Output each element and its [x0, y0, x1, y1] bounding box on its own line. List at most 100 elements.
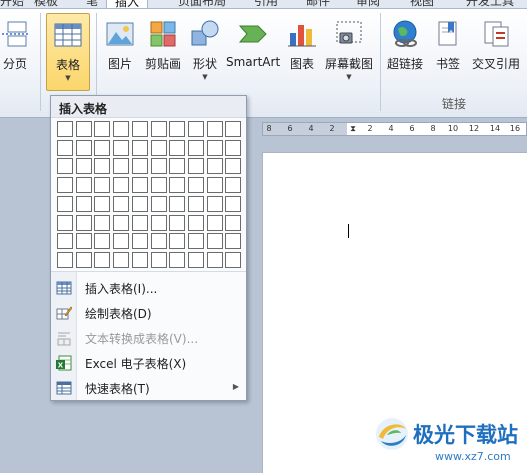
table-grid-cell[interactable]: [169, 121, 186, 137]
tab-pen[interactable]: 笔: [86, 0, 98, 8]
bookmark-button[interactable]: 书签: [430, 13, 466, 91]
table-grid-cell[interactable]: [169, 214, 186, 231]
table-grid-cell[interactable]: [113, 195, 130, 212]
cross-reference-button[interactable]: 交叉引用: [468, 13, 524, 91]
table-grid-cell[interactable]: [187, 121, 204, 137]
table-grid-cell[interactable]: [169, 233, 186, 250]
table-grid-cell[interactable]: [113, 214, 130, 231]
table-grid-cell[interactable]: [131, 121, 148, 137]
table-grid-cell[interactable]: [131, 233, 148, 250]
table-grid-cell[interactable]: [187, 251, 204, 268]
horizontal-ruler[interactable]: 8 6 4 2 ⧗ 2 4 6 8 10 12 14 16: [262, 122, 527, 136]
table-grid-cell[interactable]: [225, 158, 242, 175]
table-grid-cell[interactable]: [169, 251, 186, 268]
table-grid-cell[interactable]: [113, 177, 130, 194]
table-grid-cell[interactable]: [131, 177, 148, 194]
chart-button[interactable]: 图表: [284, 13, 320, 91]
table-grid-cell[interactable]: [131, 158, 148, 175]
table-grid-cell[interactable]: [113, 139, 130, 156]
table-button[interactable]: 表格 ▼: [46, 13, 90, 91]
table-grid-cell[interactable]: [113, 233, 130, 250]
table-grid-cell[interactable]: [75, 177, 92, 194]
menu-item-excel-spreadsheet[interactable]: X Excel 电子表格(X): [51, 351, 246, 375]
table-grid-cell[interactable]: [206, 195, 223, 212]
table-grid-cell[interactable]: [225, 251, 242, 268]
table-grid-cell[interactable]: [94, 121, 111, 137]
menu-item-quick-tables[interactable]: 快速表格(T) ▶: [51, 376, 246, 400]
table-grid-cell[interactable]: [150, 251, 167, 268]
tab-developer[interactable]: 开发工具: [466, 0, 514, 8]
table-grid-cell[interactable]: [169, 195, 186, 212]
shapes-button[interactable]: 形状 ▼: [186, 13, 224, 91]
table-grid-cell[interactable]: [169, 177, 186, 194]
table-grid-cell[interactable]: [206, 214, 223, 231]
indent-marker[interactable]: ⧗: [346, 124, 360, 134]
table-grid-cell[interactable]: [169, 158, 186, 175]
smartart-button[interactable]: SmartArt: [226, 13, 280, 91]
table-grid-cell[interactable]: [187, 195, 204, 212]
tab-templates[interactable]: 模板: [34, 0, 58, 8]
table-grid-cell[interactable]: [187, 177, 204, 194]
table-grid-cell[interactable]: [206, 233, 223, 250]
table-grid-cell[interactable]: [206, 177, 223, 194]
table-grid-cell[interactable]: [225, 139, 242, 156]
table-grid-cell[interactable]: [75, 233, 92, 250]
table-grid-cell[interactable]: [57, 251, 73, 268]
table-grid-cell[interactable]: [131, 214, 148, 231]
table-grid-cell[interactable]: [113, 251, 130, 268]
table-grid-cell[interactable]: [113, 158, 130, 175]
table-grid-cell[interactable]: [206, 251, 223, 268]
tab-page-layout[interactable]: 页面布局: [178, 0, 226, 8]
table-grid-cell[interactable]: [57, 233, 73, 250]
table-grid-cell[interactable]: [206, 121, 223, 137]
table-grid-cell[interactable]: [150, 214, 167, 231]
table-grid-cell[interactable]: [131, 251, 148, 268]
table-grid-cell[interactable]: [57, 121, 73, 137]
table-grid-cell[interactable]: [225, 121, 242, 137]
table-grid-cell[interactable]: [94, 195, 111, 212]
table-grid-cell[interactable]: [57, 139, 73, 156]
tab-home[interactable]: 开始: [0, 0, 24, 8]
table-grid-cell[interactable]: [131, 195, 148, 212]
table-grid-cell[interactable]: [150, 195, 167, 212]
table-grid-cell[interactable]: [94, 158, 111, 175]
table-grid-cell[interactable]: [94, 233, 111, 250]
tab-view[interactable]: 视图: [410, 0, 434, 8]
tab-references[interactable]: 引用: [254, 0, 278, 8]
table-grid-cell[interactable]: [187, 158, 204, 175]
table-grid-cell[interactable]: [150, 158, 167, 175]
table-grid-cell[interactable]: [187, 233, 204, 250]
table-grid-cell[interactable]: [75, 195, 92, 212]
table-grid-cell[interactable]: [150, 121, 167, 137]
table-grid-cell[interactable]: [94, 177, 111, 194]
table-grid-cell[interactable]: [75, 121, 92, 137]
table-grid-cell[interactable]: [150, 139, 167, 156]
table-grid-cell[interactable]: [206, 158, 223, 175]
picture-button[interactable]: 图片: [100, 13, 140, 91]
menu-item-insert-table[interactable]: 插入表格(I)...: [51, 276, 246, 300]
table-grid-cell[interactable]: [225, 233, 242, 250]
table-grid-cell[interactable]: [75, 251, 92, 268]
table-grid-cell[interactable]: [113, 121, 130, 137]
hyperlink-button[interactable]: 超链接: [384, 13, 426, 91]
table-grid-cell[interactable]: [75, 139, 92, 156]
table-grid-cell[interactable]: [187, 139, 204, 156]
table-grid-cell[interactable]: [57, 158, 73, 175]
table-grid-cell[interactable]: [206, 139, 223, 156]
menu-item-draw-table[interactable]: 绘制表格(D): [51, 301, 246, 325]
table-grid-cell[interactable]: [75, 214, 92, 231]
table-grid-cell[interactable]: [94, 139, 111, 156]
table-grid-cell[interactable]: [187, 214, 204, 231]
table-grid-cell[interactable]: [131, 139, 148, 156]
table-grid-cell[interactable]: [57, 214, 73, 231]
table-grid-cell[interactable]: [57, 195, 73, 212]
table-grid-cell[interactable]: [225, 195, 242, 212]
table-grid-cell[interactable]: [94, 251, 111, 268]
table-grid-cell[interactable]: [150, 233, 167, 250]
clipart-button[interactable]: 剪贴画: [142, 13, 184, 91]
table-grid-cell[interactable]: [225, 214, 242, 231]
table-grid-cell[interactable]: [169, 139, 186, 156]
page-break-button[interactable]: 分页: [0, 13, 34, 91]
table-grid-cell[interactable]: [150, 177, 167, 194]
tab-review[interactable]: 审阅: [356, 0, 380, 8]
